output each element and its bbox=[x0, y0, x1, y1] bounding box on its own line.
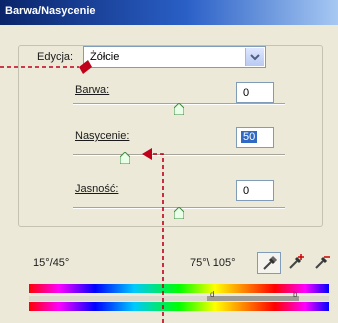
settings-group bbox=[18, 45, 323, 227]
eyedropper-plus-button[interactable] bbox=[285, 252, 309, 274]
lightness-slider-thumb[interactable] bbox=[174, 207, 184, 219]
lightness-input[interactable]: 0 bbox=[236, 180, 274, 201]
saturation-input[interactable]: 50 bbox=[236, 127, 274, 148]
edit-select-value: Żółcie bbox=[90, 51, 120, 63]
saturation-slider-track[interactable] bbox=[73, 154, 285, 156]
range-marker-left[interactable]: d bbox=[210, 290, 214, 299]
title-bar[interactable]: Barwa/Nasycenie bbox=[0, 0, 338, 25]
eyedropper-button[interactable] bbox=[257, 252, 281, 274]
range-right-readout: 75°\ 105° bbox=[190, 257, 236, 269]
range-left-readout: 15°/45° bbox=[33, 257, 70, 269]
chevron-down-icon[interactable] bbox=[245, 48, 264, 66]
edit-label: Edycja: bbox=[37, 51, 74, 63]
hue-slider-thumb[interactable] bbox=[174, 103, 184, 115]
hue-label: Barwa: bbox=[75, 84, 110, 96]
eyedropper-minus-button[interactable] bbox=[311, 252, 335, 274]
selected-range[interactable] bbox=[207, 296, 299, 301]
saturation-label: Nasycenie: bbox=[75, 130, 130, 142]
lightness-label: Jasność: bbox=[75, 183, 119, 195]
eyedropper-icon bbox=[263, 255, 278, 270]
hue-saturation-dialog: Barwa/Nasycenie Edycja: Żółcie Barwa: 0 … bbox=[0, 0, 338, 323]
hue-input[interactable]: 0 bbox=[236, 82, 274, 103]
result-color-bar bbox=[29, 302, 329, 311]
range-marker-right[interactable]: b bbox=[293, 290, 297, 299]
saturation-slider-thumb[interactable] bbox=[120, 152, 130, 164]
eyedropper-plus-icon bbox=[289, 254, 304, 269]
edit-select[interactable]: Żółcie bbox=[83, 46, 266, 68]
eyedropper-minus-icon bbox=[315, 256, 330, 269]
source-color-bar bbox=[29, 284, 329, 293]
window-title: Barwa/Nasycenie bbox=[5, 5, 96, 17]
range-strip[interactable]: d b bbox=[29, 290, 329, 301]
